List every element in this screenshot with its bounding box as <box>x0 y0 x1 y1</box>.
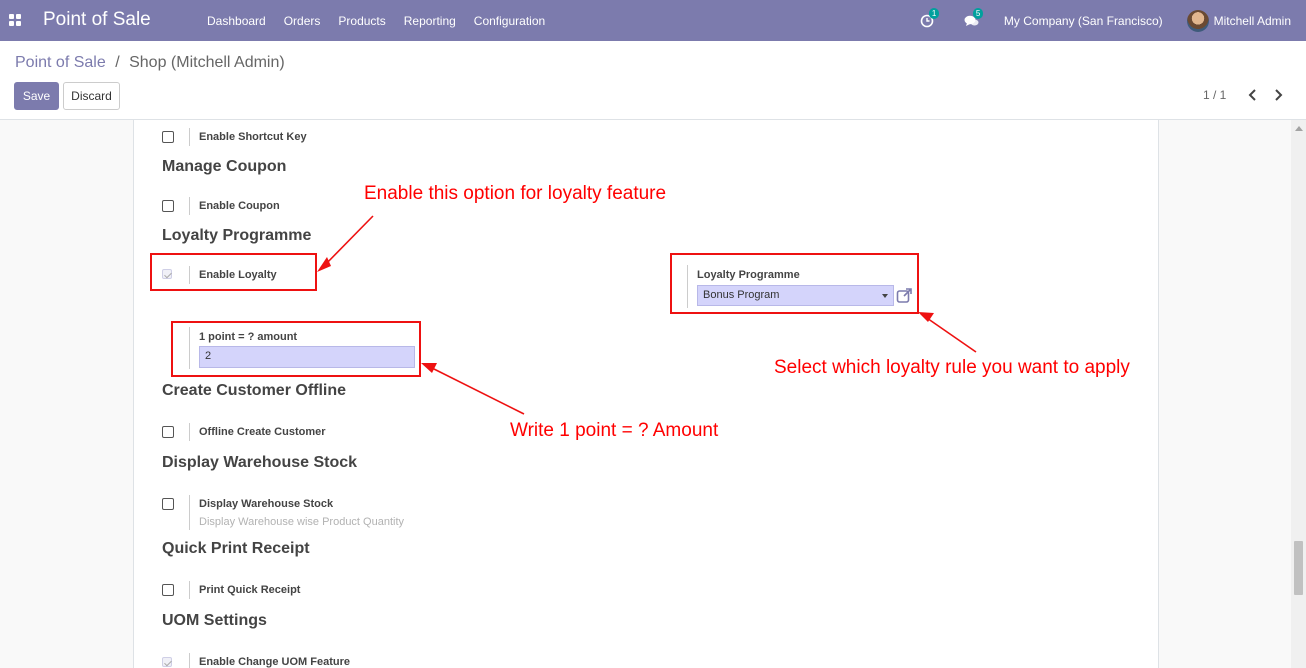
menu-item-dashboard[interactable]: Dashboard <box>207 14 266 28</box>
menu-item-products[interactable]: Products <box>338 14 385 28</box>
user-avatar[interactable] <box>1186 9 1209 32</box>
systray: 1 5 My Company (San Francisco) Mitchell … <box>920 0 1306 41</box>
messages-badge: 5 <box>972 7 984 19</box>
breadcrumb-current: Shop (Mitchell Admin) <box>129 54 285 71</box>
chevron-left-icon <box>1248 89 1256 101</box>
pager-next-button[interactable] <box>1271 87 1285 103</box>
enable-loyalty-highlight <box>150 253 317 291</box>
loyalty-programme-title: Loyalty Programme <box>162 227 312 244</box>
create-customer-offline-title: Create Customer Offline <box>162 382 347 399</box>
uom-settings-title: UOM Settings <box>162 612 267 629</box>
display-warehouse-stock-checkbox[interactable] <box>162 498 174 510</box>
enable-change-uom-checkbox[interactable] <box>162 657 172 667</box>
apps-menu-icon[interactable] <box>9 14 21 26</box>
field-divider <box>189 495 190 530</box>
messaging-menu[interactable]: 5 <box>964 7 984 28</box>
menu-item-orders[interactable]: Orders <box>284 14 321 28</box>
quick-print-receipt-title: Quick Print Receipt <box>162 540 310 557</box>
user-menu[interactable]: Mitchell Admin <box>1214 14 1291 28</box>
offline-create-customer-label: Offline Create Customer <box>199 426 326 438</box>
control-panel: Point of Sale / Shop (Mitchell Admin) Sa… <box>0 41 1306 120</box>
enable-shortcut-key-checkbox[interactable] <box>162 131 174 143</box>
enable-coupon-checkbox[interactable] <box>162 200 174 212</box>
breadcrumb: Point of Sale / Shop (Mitchell Admin) <box>15 54 285 72</box>
enable-loyalty-annotation: Enable this option for loyalty feature <box>364 183 667 204</box>
company-switcher[interactable]: My Company (San Francisco) <box>1004 14 1163 28</box>
field-divider <box>189 423 190 441</box>
field-divider <box>189 653 190 668</box>
main-menu: Dashboard Orders Products Reporting Conf… <box>207 14 563 28</box>
field-divider <box>189 128 190 146</box>
activity-menu[interactable]: 1 <box>920 7 940 28</box>
loyalty-programme-highlight <box>670 253 919 314</box>
menu-item-configuration[interactable]: Configuration <box>474 14 545 28</box>
write-point-annotation: Write 1 point = ? Amount <box>510 420 719 441</box>
display-warehouse-stock-label: Display Warehouse Stock <box>199 498 334 510</box>
breadcrumb-separator: / <box>115 54 120 71</box>
field-divider <box>189 197 190 215</box>
print-quick-receipt-checkbox[interactable] <box>162 584 174 596</box>
page-scrollbar[interactable] <box>1291 120 1306 668</box>
field-divider <box>189 581 190 599</box>
pager-value[interactable]: 1 / 1 <box>1203 88 1226 102</box>
app-brand[interactable]: Point of Sale <box>43 9 151 31</box>
display-warehouse-stock-title: Display Warehouse Stock <box>162 454 358 471</box>
save-button[interactable]: Save <box>14 82 59 110</box>
enable-change-uom-label: Enable Change UOM Feature <box>199 656 350 668</box>
enable-shortcut-key-label: Enable Shortcut Key <box>199 131 307 143</box>
offline-create-customer-checkbox[interactable] <box>162 426 174 438</box>
scroll-thumb[interactable] <box>1294 541 1303 595</box>
display-warehouse-stock-help: Display Warehouse wise Product Quantity <box>199 516 405 528</box>
discard-button[interactable]: Discard <box>63 82 120 110</box>
scroll-up-arrow-icon[interactable] <box>1295 126 1303 131</box>
chevron-right-icon <box>1275 89 1283 101</box>
select-rule-annotation: Select which loyalty rule you want to ap… <box>774 357 1130 378</box>
point-amount-highlight <box>171 321 421 377</box>
top-navbar: Point of Sale Dashboard Orders Products … <box>0 0 1306 41</box>
breadcrumb-parent[interactable]: Point of Sale <box>15 54 106 71</box>
activity-badge: 1 <box>928 7 940 19</box>
pager-previous-button[interactable] <box>1246 87 1260 103</box>
manage-coupon-title: Manage Coupon <box>162 158 287 175</box>
enable-coupon-label: Enable Coupon <box>199 200 280 212</box>
print-quick-receipt-label: Print Quick Receipt <box>199 584 301 596</box>
menu-item-reporting[interactable]: Reporting <box>404 14 456 28</box>
